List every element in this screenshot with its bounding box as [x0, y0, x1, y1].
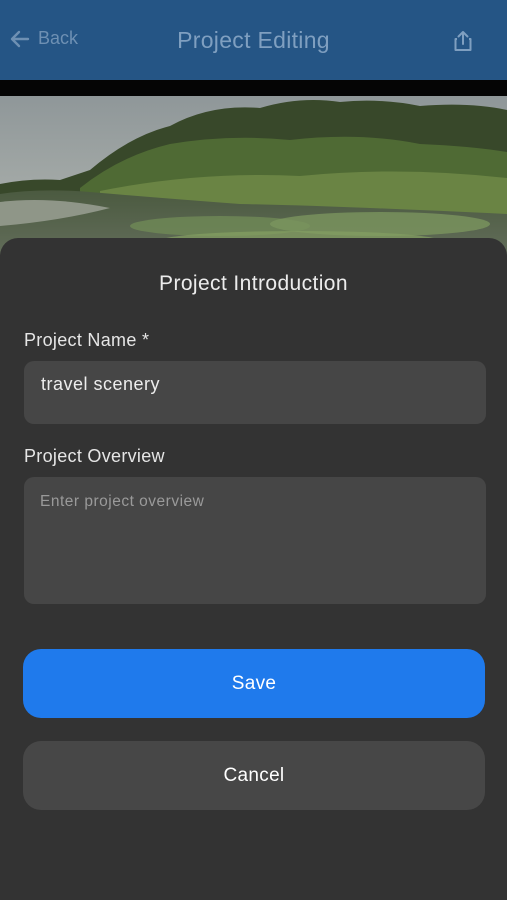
save-button[interactable]: Save	[23, 649, 485, 718]
back-label: Back	[38, 28, 79, 48]
sheet-title: Project Introduction	[159, 272, 348, 295]
share-icon[interactable]	[453, 30, 473, 52]
project-name-input[interactable]: travel scenery	[24, 361, 486, 424]
navigation-bar: Back Project Editing	[0, 0, 507, 80]
app-screen: Back Project Editing Project Introductio…	[0, 0, 507, 900]
arrow-left-icon	[10, 30, 30, 47]
project-name-label: Project Name *	[24, 330, 150, 350]
navbar-divider	[0, 80, 507, 96]
back-button[interactable]: Back	[10, 28, 78, 49]
cancel-button[interactable]: Cancel	[23, 741, 485, 810]
project-introduction-sheet: Project Introduction Project Name * trav…	[0, 238, 507, 900]
project-overview-input[interactable]: Enter project overview	[24, 477, 486, 604]
project-overview-label: Project Overview	[24, 446, 165, 466]
page-title: Project Editing	[177, 26, 330, 53]
